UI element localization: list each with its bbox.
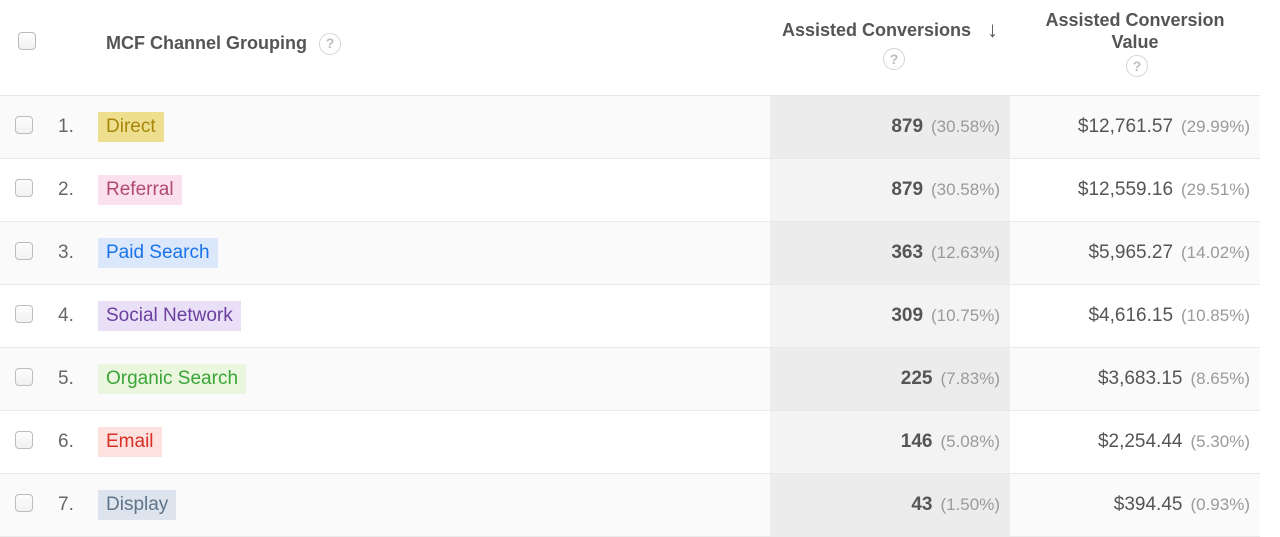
assisted-conversions-value: 225 (901, 368, 933, 389)
assisted-conversion-value: $12,559.16 (1078, 179, 1173, 200)
help-icon[interactable]: ? (1126, 55, 1148, 77)
channel-tag[interactable]: Email (98, 427, 162, 457)
channel-tag[interactable]: Referral (98, 175, 182, 205)
assisted-conversions-pct: (1.50%) (940, 495, 1000, 514)
assisted-conversions-pct: (5.08%) (940, 432, 1000, 451)
assisted-conversion-value: $4,616.15 (1088, 305, 1173, 326)
row-index: 1. (58, 116, 74, 137)
assisted-conversion-value-pct: (29.51%) (1181, 180, 1250, 199)
assisted-conversion-value-pct: (0.93%) (1190, 495, 1250, 514)
row-index: 6. (58, 431, 74, 452)
sort-arrow-down-icon[interactable]: ↓ (987, 17, 998, 43)
assisted-conversion-value-pct: (29.99%) (1181, 117, 1250, 136)
row-index: 7. (58, 494, 74, 515)
row-index: 4. (58, 305, 74, 326)
row-checkbox[interactable] (15, 116, 33, 134)
channel-tag[interactable]: Social Network (98, 301, 241, 331)
column-header-assisted-conversions[interactable]: Assisted Conversions (782, 20, 971, 42)
assisted-conversions-pct: (30.58%) (931, 180, 1000, 199)
assisted-conversions-pct: (10.75%) (931, 306, 1000, 325)
assisted-conversions-value: 146 (901, 431, 933, 452)
channel-tag[interactable]: Display (98, 490, 176, 520)
row-checkbox[interactable] (15, 305, 33, 323)
table-header-row: MCF Channel Grouping ? Assisted Conversi… (0, 0, 1260, 96)
assisted-conversion-value-pct: (5.30%) (1190, 432, 1250, 451)
assisted-conversions-value: 363 (891, 242, 923, 263)
channel-tag[interactable]: Organic Search (98, 364, 246, 394)
column-header-assisted-conversion-value[interactable]: Assisted Conversion Value (1045, 10, 1224, 53)
assisted-conversion-value: $3,683.15 (1098, 368, 1183, 389)
row-index: 3. (58, 242, 74, 263)
assisted-conversion-value: $2,254.44 (1098, 431, 1183, 452)
row-checkbox[interactable] (15, 242, 33, 260)
select-all-checkbox[interactable] (18, 32, 36, 50)
row-checkbox[interactable] (15, 494, 33, 512)
row-index: 5. (58, 368, 74, 389)
channel-tag[interactable]: Paid Search (98, 238, 218, 268)
assisted-conversions-value: 309 (891, 305, 923, 326)
table-row: 4. Social Network 309 (10.75%) $4,616.15 (10.… (0, 285, 1260, 348)
assisted-conversion-value-pct: (10.85%) (1181, 306, 1250, 325)
help-icon[interactable]: ? (883, 48, 905, 70)
table-row: 7. Display 43 (1.50%) $394.45 (0.93%) (0, 474, 1260, 537)
assisted-conversions-value: 879 (891, 179, 923, 200)
row-index: 2. (58, 179, 74, 200)
channel-tag[interactable]: Direct (98, 112, 164, 142)
table-row: 3. Paid Search 363 (12.63%) $5,965.27 (14.02%… (0, 222, 1260, 285)
table-row: 1. Direct 879 (30.58%) $12,761.57 (29.99%) (0, 96, 1260, 159)
table-row: 2. Referral 879 (30.58%) $12,559.16 (29.51%) (0, 159, 1260, 222)
assisted-conversions-pct: (30.58%) (931, 117, 1000, 136)
assisted-conversion-value-pct: (8.65%) (1190, 369, 1250, 388)
help-icon[interactable]: ? (319, 33, 341, 55)
table-row: 6. Email 146 (5.08%) $2,254.44 (5.30%) (0, 411, 1260, 474)
mcf-channel-table: MCF Channel Grouping ? Assisted Conversi… (0, 0, 1260, 537)
assisted-conversion-value-pct: (14.02%) (1181, 243, 1250, 262)
assisted-conversions-value: 879 (891, 116, 923, 137)
assisted-conversion-value: $5,965.27 (1088, 242, 1173, 263)
assisted-conversions-pct: (7.83%) (940, 369, 1000, 388)
assisted-conversion-value: $394.45 (1114, 494, 1183, 515)
row-checkbox[interactable] (15, 368, 33, 386)
row-checkbox[interactable] (15, 431, 33, 449)
row-checkbox[interactable] (15, 179, 33, 197)
column-header-channel[interactable]: MCF Channel Grouping (106, 33, 307, 55)
assisted-conversion-value: $12,761.57 (1078, 116, 1173, 137)
table-row: 5. Organic Search 225 (7.83%) $3,683.15 (8.65… (0, 348, 1260, 411)
assisted-conversions-value: 43 (911, 494, 932, 515)
assisted-conversions-pct: (12.63%) (931, 243, 1000, 262)
